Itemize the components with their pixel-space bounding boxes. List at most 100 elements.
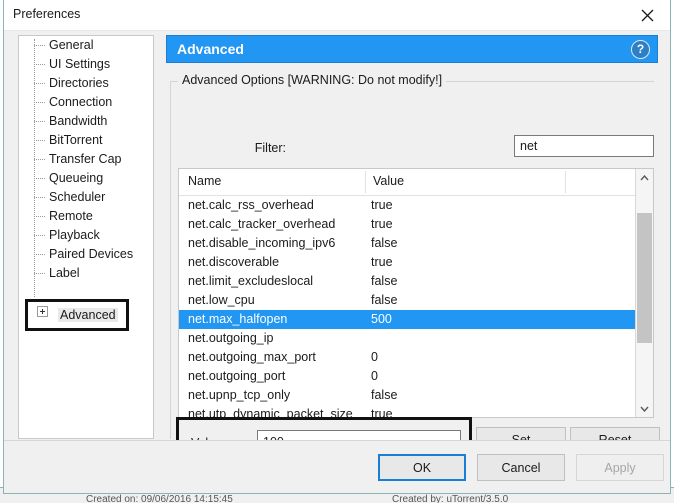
apply-button: Apply: [576, 454, 664, 481]
tree-dash-icon: [34, 140, 45, 141]
sidebar-item-label: Playback: [49, 228, 100, 242]
advanced-options-group: Advanced Options [WARNING: Do not modify…: [170, 73, 660, 473]
table-row[interactable]: net.outgoing_max_port 0: [179, 348, 635, 367]
list-rows: net.calc_rss_overhead true net.calc_trac…: [179, 196, 635, 417]
sidebar-item-ui-settings[interactable]: UI Settings: [19, 55, 153, 74]
tree-dash-icon: [34, 273, 45, 274]
option-name: net.calc_rss_overhead: [188, 198, 314, 212]
chevron-down-icon[interactable]: [636, 400, 653, 417]
sidebar-item-transfer-cap[interactable]: Transfer Cap: [19, 150, 153, 169]
option-name: net.limit_excludeslocal: [188, 274, 314, 288]
ok-button[interactable]: OK: [378, 454, 466, 481]
filter-input[interactable]: [514, 135, 654, 157]
list-scrollbar[interactable]: [635, 169, 653, 417]
option-name: net.calc_tracker_overhead: [188, 217, 336, 231]
advanced-annotation-box: Advanced: [25, 299, 129, 331]
filter-label: Filter:: [254, 141, 286, 155]
table-row[interactable]: net.outgoing_ip: [179, 329, 635, 348]
tree-dash-icon: [34, 45, 45, 46]
close-icon[interactable]: [624, 0, 670, 30]
sidebar-item-label: UI Settings: [49, 57, 111, 71]
option-value: true: [371, 255, 393, 269]
sidebar-item-label: Bandwidth: [49, 114, 108, 128]
table-row[interactable]: net.upnp_tcp_only false: [179, 386, 635, 405]
list-header: Name Value: [179, 169, 635, 196]
sidebar-item-label: Remote: [49, 209, 93, 223]
option-value: true: [371, 198, 393, 212]
option-name: net.disable_incoming_ipv6: [188, 236, 336, 250]
sidebar-item-bittorrent[interactable]: BitTorrent: [19, 131, 153, 150]
sidebar-item-label: Scheduler: [49, 190, 106, 204]
page-title: Advanced: [177, 41, 244, 57]
sidebar-item-queueing[interactable]: Queueing: [19, 169, 153, 188]
sidebar-item-paired-devices[interactable]: Paired Devices: [19, 245, 153, 264]
option-value: false: [371, 388, 398, 402]
column-header-value[interactable]: Value: [373, 174, 404, 188]
sidebar-item-advanced[interactable]: Advanced: [28, 302, 126, 328]
sidebar-item-remote[interactable]: Remote: [19, 207, 153, 226]
table-row[interactable]: net.calc_rss_overhead true: [179, 196, 635, 215]
sidebar-item-label: Transfer Cap: [49, 152, 122, 166]
advanced-options-list[interactable]: Name Value net.calc_rss_overhead true ne…: [178, 168, 654, 418]
column-divider[interactable]: [565, 171, 566, 193]
table-row[interactable]: net.disable_incoming_ipv6 false: [179, 234, 635, 253]
plus-box-icon[interactable]: [37, 306, 48, 317]
tree-dash-icon: [34, 178, 45, 179]
sidebar-item-label: Connection: [49, 95, 113, 109]
dialog-footer: OK Cancel Apply: [4, 440, 670, 493]
sidebar-item-label: Queueing: [49, 171, 104, 185]
option-value: false: [371, 274, 398, 288]
option-value: false: [371, 293, 398, 307]
advanced-pane: Advanced ? Advanced Options [WARNING: Do…: [166, 35, 660, 473]
table-row[interactable]: net.limit_excludeslocal false: [179, 272, 635, 291]
tree-dash-icon: [34, 216, 45, 217]
sidebar-item-label: BitTorrent: [49, 133, 103, 147]
option-value: false: [371, 236, 398, 250]
sidebar-item-general[interactable]: General: [19, 36, 153, 55]
sidebar-item-scheduler[interactable]: Scheduler: [19, 188, 153, 207]
sidebar-item-label[interactable]: Label: [19, 264, 153, 283]
option-name: net.discoverable: [188, 255, 280, 269]
sidebar-item-bandwidth[interactable]: Bandwidth: [19, 112, 153, 131]
table-row[interactable]: net.low_cpu false: [179, 291, 635, 310]
scrollbar-thumb[interactable]: [637, 213, 652, 343]
tree-dash-icon: [34, 83, 45, 84]
tree-dash-icon: [34, 102, 45, 103]
option-value: 500: [371, 312, 392, 326]
sidebar-item-label-text: Label: [49, 266, 80, 280]
option-name: net.max_halfopen: [188, 312, 288, 326]
option-name: net.upnp_tcp_only: [188, 388, 291, 402]
table-row-selected[interactable]: net.max_halfopen 500: [179, 310, 635, 329]
column-divider[interactable]: [365, 171, 366, 193]
sidebar-item-label: General: [49, 38, 94, 52]
sidebar-item-directories[interactable]: Directories: [19, 74, 153, 93]
option-name: net.low_cpu: [188, 293, 255, 307]
option-name: net.outgoing_max_port: [188, 350, 316, 364]
group-title: Advanced Options [WARNING: Do not modify…: [178, 73, 447, 87]
settings-tree[interactable]: General UI Settings Directories Connecti…: [18, 35, 154, 439]
sidebar-item-connection[interactable]: Connection: [19, 93, 153, 112]
option-value: 0: [371, 369, 378, 383]
option-name: net.outgoing_ip: [188, 331, 274, 345]
table-row[interactable]: net.discoverable true: [179, 253, 635, 272]
table-row[interactable]: net.outgoing_port 0: [179, 367, 635, 386]
cancel-button[interactable]: Cancel: [477, 454, 565, 481]
sidebar-item-label: Paired Devices: [49, 247, 134, 261]
preferences-dialog: Preferences General UI Settings Director…: [3, 0, 671, 494]
column-header-name[interactable]: Name: [188, 174, 221, 188]
question-mark-icon[interactable]: ?: [631, 40, 650, 59]
chevron-up-icon[interactable]: [636, 169, 653, 186]
dialog-body: General UI Settings Directories Connecti…: [4, 31, 670, 473]
sidebar-item-advanced-label: Advanced: [58, 308, 118, 322]
tree-dash-icon: [34, 235, 45, 236]
tree-dash-icon: [34, 121, 45, 122]
tree-dash-icon: [34, 159, 45, 160]
table-row[interactable]: net.calc_tracker_overhead true: [179, 215, 635, 234]
tree-dash-icon: [34, 197, 45, 198]
dialog-title: Preferences: [13, 7, 81, 21]
option-value: true: [371, 217, 393, 231]
sidebar-item-playback[interactable]: Playback: [19, 226, 153, 245]
option-value: 0: [371, 350, 378, 364]
tree-dash-icon: [34, 64, 45, 65]
dialog-titlebar: Preferences: [4, 0, 670, 31]
